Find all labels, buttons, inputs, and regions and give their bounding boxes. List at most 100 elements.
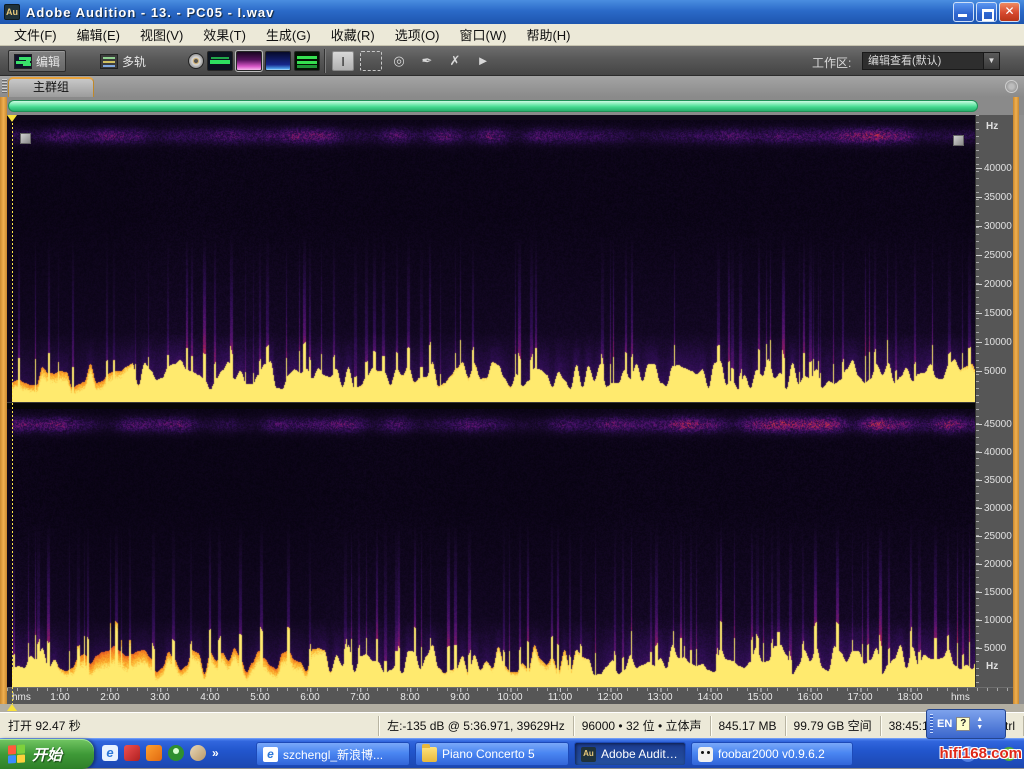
menu-item[interactable]: 视图(V) bbox=[130, 23, 193, 46]
frequency-ruler[interactable]: Hz40000350003000025000200001500010000500… bbox=[975, 115, 1013, 687]
waveform-edit-icon bbox=[14, 54, 32, 69]
freq-tick-label: 25000 bbox=[984, 250, 1012, 261]
taskbar: 开始 » szchengl_新浪博... Piano Concerto 5 AuAd… bbox=[0, 738, 1024, 768]
marquee-selection-tool-icon[interactable] bbox=[360, 51, 382, 71]
multitrack-button[interactable]: 多轨 bbox=[94, 50, 152, 72]
time-tick-label: 16:00 bbox=[797, 692, 822, 703]
menu-item[interactable]: 效果(T) bbox=[193, 23, 256, 46]
spectral-pan-view-button[interactable] bbox=[265, 51, 291, 71]
horizontal-zoom-bar[interactable] bbox=[8, 100, 978, 112]
effects-paintbrush-tool-icon[interactable]: ✒ bbox=[416, 51, 438, 71]
workspace-dropdown[interactable]: 编辑查看(默认) bbox=[862, 52, 1000, 70]
cd-icon bbox=[188, 53, 204, 69]
time-ruler[interactable]: hms1:002:003:004:005:006:007:008:009:001… bbox=[7, 687, 1013, 704]
time-tick-label: 14:00 bbox=[697, 692, 722, 703]
time-selection-tool-icon[interactable]: I bbox=[332, 51, 354, 71]
panel-menu-icon[interactable] bbox=[1005, 80, 1018, 93]
spectrogram-channel-right[interactable] bbox=[12, 409, 975, 687]
channel-divider[interactable] bbox=[7, 402, 975, 409]
spectral-phase-view-button[interactable] bbox=[294, 51, 320, 71]
taskbar-button-label: szchengl_新浪博... bbox=[283, 746, 383, 763]
selection-handle-left[interactable] bbox=[20, 133, 31, 144]
horizontal-scroll-track[interactable] bbox=[0, 97, 1024, 115]
ruler-bottom-strip bbox=[0, 704, 1024, 712]
start-button[interactable]: 开始 bbox=[0, 739, 94, 769]
panel-frame-right bbox=[1013, 97, 1019, 704]
spot-healing-brush-tool-icon[interactable]: ✗ bbox=[444, 51, 466, 71]
selection-handle-right[interactable] bbox=[953, 135, 964, 146]
menu-item[interactable]: 生成(G) bbox=[256, 23, 321, 46]
menu-item[interactable]: 编辑(E) bbox=[67, 23, 130, 46]
taskbar-button-label: Adobe Audition - ... bbox=[601, 747, 679, 761]
main-group-tab[interactable]: 主群组 bbox=[8, 77, 94, 97]
edit-view-button[interactable]: 编辑 bbox=[8, 50, 66, 72]
menu-item[interactable]: 帮助(H) bbox=[516, 23, 580, 46]
time-tick-label: 4:00 bbox=[200, 692, 219, 703]
lasso-selection-tool-icon[interactable]: ◎ bbox=[388, 51, 410, 71]
menu-item[interactable]: 窗口(W) bbox=[450, 23, 517, 46]
freq-tick-label: 5000 bbox=[984, 366, 1006, 377]
panel-grip bbox=[2, 79, 7, 94]
freq-tick-label: 10000 bbox=[984, 615, 1012, 626]
taskbar-button[interactable]: foobar2000 v0.9.6.2 bbox=[691, 742, 853, 766]
panel-frame-left bbox=[0, 97, 7, 704]
time-tick-label: 7:00 bbox=[350, 692, 369, 703]
playhead-line[interactable] bbox=[12, 115, 13, 704]
status-file-size: 845.17 MB bbox=[710, 716, 785, 736]
status-free-space: 99.79 GB 空间 bbox=[785, 716, 880, 736]
ie-icon[interactable] bbox=[102, 745, 118, 761]
menu-item[interactable]: 文件(F) bbox=[4, 23, 67, 46]
toolbar-separator bbox=[324, 49, 325, 73]
freq-tick-label: 45000 bbox=[984, 419, 1012, 430]
window-title: Adobe Audition - 13. - PC05 - I.wav bbox=[26, 5, 953, 20]
language-bar-arrows[interactable]: ▲▼ bbox=[976, 717, 983, 731]
language-bar-grip[interactable] bbox=[930, 714, 933, 734]
taskbar-button[interactable]: AuAdobe Audition - ... bbox=[574, 742, 686, 766]
time-tick-label: 9:00 bbox=[450, 692, 469, 703]
taskbar-button[interactable]: szchengl_新浪博... bbox=[256, 742, 410, 766]
freq-tick-label: 35000 bbox=[984, 192, 1012, 203]
taskbar-buttons: szchengl_新浪博... Piano Concerto 5 AuAdobe A… bbox=[256, 742, 853, 766]
screen: Au Adobe Audition - 13. - PC05 - I.wav 文… bbox=[0, 0, 1024, 768]
menu-item[interactable]: 收藏(R) bbox=[321, 23, 385, 46]
time-tick-label: 17:00 bbox=[847, 692, 872, 703]
freq-tick-label: 25000 bbox=[984, 531, 1012, 542]
time-tick-label: 2:00 bbox=[100, 692, 119, 703]
time-tick-label: 15:00 bbox=[747, 692, 772, 703]
taskbar-button[interactable]: Piano Concerto 5 bbox=[415, 742, 569, 766]
spectral-view-button[interactable] bbox=[236, 51, 262, 71]
freq-tick-label: 35000 bbox=[984, 475, 1012, 486]
assistant-icon[interactable] bbox=[190, 745, 206, 761]
rss-icon[interactable] bbox=[146, 745, 162, 761]
spectral-display bbox=[7, 115, 975, 687]
menu-bar: 文件(F)编辑(E)视图(V)效果(T)生成(G)收藏(R)选项(O)窗口(W)… bbox=[0, 24, 1024, 46]
status-open-info: 打开 92.47 秒 bbox=[0, 716, 378, 736]
freq-tick-label: 15000 bbox=[984, 308, 1012, 319]
workspace-dropdown-arrow[interactable] bbox=[983, 52, 1000, 70]
foobar-icon bbox=[698, 747, 713, 762]
close-button[interactable] bbox=[999, 2, 1020, 22]
playhead-marker-bottom[interactable] bbox=[7, 704, 17, 711]
time-tick-label: 12:00 bbox=[597, 692, 622, 703]
status-cursor-info: 左:-135 dB @ 5:36.971, 39629Hz bbox=[378, 716, 573, 736]
person-icon[interactable] bbox=[168, 745, 184, 761]
waveform-view-button[interactable] bbox=[207, 51, 233, 71]
spectrogram-channel-left[interactable] bbox=[12, 120, 975, 402]
title-bar[interactable]: Au Adobe Audition - 13. - PC05 - I.wav bbox=[0, 0, 1024, 24]
freq-unit-label: Hz bbox=[986, 661, 998, 672]
scrub-tool-icon[interactable]: ► bbox=[472, 51, 494, 71]
freq-tick-label: 40000 bbox=[984, 447, 1012, 458]
menu-item[interactable]: 选项(O) bbox=[385, 23, 450, 46]
time-tick-label: 1:00 bbox=[50, 692, 69, 703]
paint-icon[interactable] bbox=[124, 745, 140, 761]
playhead-marker-top[interactable] bbox=[7, 115, 17, 122]
language-bar[interactable]: EN ? ▲▼ bbox=[926, 709, 1006, 739]
minimize-button[interactable] bbox=[953, 2, 974, 22]
restore-button[interactable] bbox=[976, 2, 997, 22]
language-indicator[interactable]: EN bbox=[937, 718, 952, 730]
taskbar-button-label: Piano Concerto 5 bbox=[442, 747, 535, 761]
freq-tick-label: 10000 bbox=[984, 337, 1012, 348]
quick-launch-overflow-icon[interactable]: » bbox=[212, 746, 219, 760]
language-help-icon[interactable]: ? bbox=[956, 717, 970, 731]
freq-tick-label: 30000 bbox=[984, 503, 1012, 514]
